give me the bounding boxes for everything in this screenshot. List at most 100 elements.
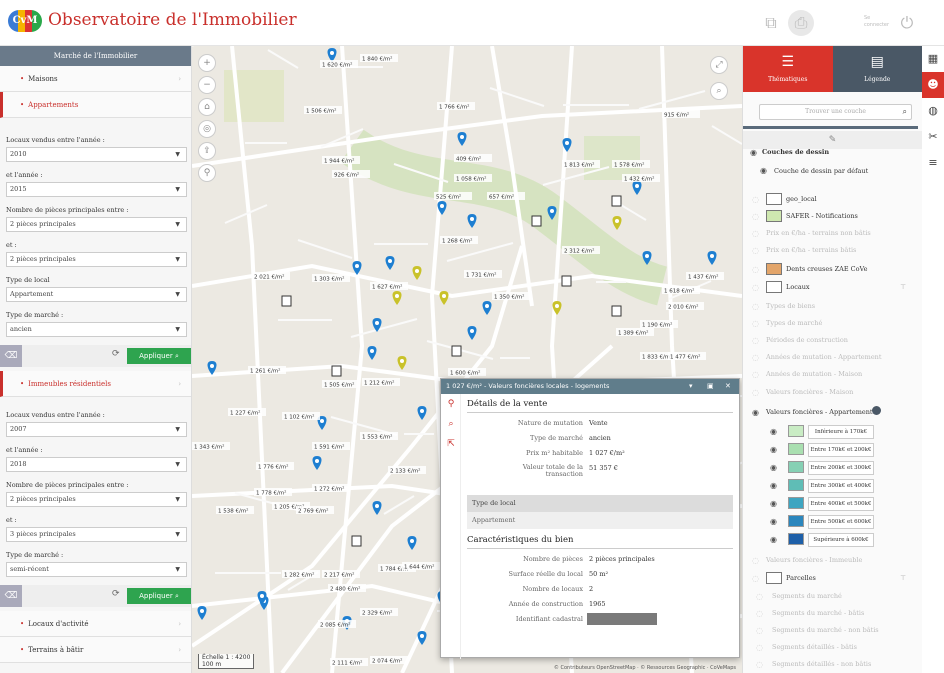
eye-icon[interactable]: ◉ [770,535,777,544]
layer-item[interactable]: Segments du marché [772,592,842,600]
layer-item[interactable]: Valeurs foncières - Maison [766,388,853,396]
eraser-icon[interactable]: ⌫ [0,585,22,607]
eye-icon[interactable]: ◉ [770,427,777,436]
year-to-select[interactable]: 2018 ▼ [6,457,187,472]
locate-icon[interactable]: ⚲ [441,394,461,414]
market-select[interactable]: semi-récent ▼ [6,562,187,577]
cluster-badge[interactable] [611,195,622,207]
pin-icon[interactable]: ⊤ [900,574,906,582]
external-link-icon[interactable]: ⇱ [441,434,461,454]
tab-thematiques[interactable]: ☰ Thématiques [743,46,833,92]
accordion-appartements[interactable]: • Appartements [0,92,191,118]
market-select[interactable]: ancien ▼ [6,322,187,337]
reset-icon[interactable]: ⟳ [112,589,120,599]
eye-icon[interactable]: ◌ [752,353,759,362]
layer-item[interactable]: Dents creuses ZAE CoVe [786,265,867,273]
cluster-badge[interactable] [561,275,572,287]
eye-icon[interactable]: ◉ [760,166,767,175]
layer-item[interactable]: Années de mutation - Appartement [766,353,881,361]
window-icon[interactable]: ▣ [707,379,714,394]
layer-item[interactable]: Segments du marché - bâtis [772,609,864,617]
eye-icon[interactable]: ◉ [770,481,777,490]
accordion-terrains[interactable]: • Terrains à bâtir › [0,637,191,663]
home-icon[interactable]: ⌂ [198,98,216,116]
tab-legende[interactable]: ▤ Légende [832,46,922,92]
zoom-icon[interactable]: ⌕ [441,414,461,434]
cluster-badge[interactable] [351,535,362,547]
cluster-badge[interactable] [281,295,292,307]
layer-group-title[interactable]: Couches de dessin [762,148,829,156]
cluster-badge[interactable] [331,365,342,377]
layer-item[interactable]: Valeurs foncières - Immeuble [766,556,862,564]
rooms-from-select[interactable]: 2 pièces principales ▼ [6,492,187,507]
layer-item[interactable]: Prix en €/ha - terrains bâtis [766,246,856,254]
eye-icon[interactable]: ◉ [770,445,777,454]
layer-item-active[interactable]: Valeurs foncières - Appartement [766,408,873,416]
eye-icon[interactable]: ◌ [752,229,759,238]
rooms-to-select[interactable]: 2 pièces principales ▼ [6,252,187,267]
layer-item[interactable]: Prix en €/ha - terrains non bâtis [766,229,871,237]
copy-icon[interactable]: ⧉ [758,10,784,36]
eye-icon[interactable]: ◌ [756,592,763,601]
user-icon[interactable]: ☻ [922,72,944,98]
eye-icon[interactable]: ◌ [752,336,759,345]
zoom-out-button[interactable]: − [198,76,216,94]
accordion-locaux-activite[interactable]: • Locaux d'activité › [0,611,191,637]
layer-item[interactable]: Années de mutation - Maison [766,370,862,378]
layer-item[interactable]: geo_local [786,195,817,203]
eye-icon[interactable]: ◌ [752,388,759,397]
close-icon[interactable]: ✕ [725,379,731,394]
print-icon[interactable]: ⎙ [788,10,814,36]
accordion-maisons[interactable]: • Maisons › [0,66,191,92]
eye-icon[interactable]: ◌ [756,626,763,635]
eye-icon[interactable]: ◌ [752,283,759,292]
reset-icon[interactable]: ⟳ [112,349,120,359]
eye-icon[interactable]: ◌ [752,195,759,204]
list-icon[interactable]: ≡ [922,150,944,176]
layer-item[interactable]: Locaux [786,283,810,291]
login-label[interactable]: Se connecter [864,15,889,29]
eye-icon[interactable]: ◉ [750,148,757,157]
eye-icon[interactable]: ◌ [752,574,759,583]
rooms-to-select[interactable]: 3 pièces principales ▼ [6,527,187,542]
apply-button[interactable]: Appliquer ⌕ [127,588,191,604]
eye-icon[interactable]: ◉ [752,408,759,417]
rooms-from-select[interactable]: 2 pièces principales ▼ [6,217,187,232]
cluster-badge[interactable] [451,345,462,357]
layer-item[interactable]: SAFER - Notifications [786,212,858,220]
cluster-badge[interactable] [531,215,542,227]
ruler-icon[interactable]: ✂ [922,124,944,150]
pin-icon[interactable]: ⊤ [900,283,906,291]
cluster-badge[interactable] [611,305,622,317]
layer-item[interactable]: Types de marché [766,319,822,327]
search-map-icon[interactable]: ⌕ [710,82,728,100]
eye-icon[interactable]: ◌ [756,660,763,669]
eye-icon[interactable]: ◌ [752,265,759,274]
eye-icon[interactable]: ◉ [770,463,777,472]
layer-item[interactable]: Parcelles [786,574,816,582]
layer-item[interactable]: Périodes de construction [766,336,848,344]
power-icon[interactable]: ⏻ [894,10,920,36]
eye-icon[interactable]: ◌ [752,556,759,565]
layer-item[interactable]: Segments du marché - non bâtis [772,626,879,634]
layer-item[interactable]: Couche de dessin par défaut [774,167,868,175]
eye-icon[interactable]: ◌ [756,609,763,618]
eye-icon[interactable]: ◉ [770,517,777,526]
year-to-select[interactable]: 2015 ▼ [6,182,187,197]
draw-tool-icon[interactable]: ✎ [743,131,922,149]
info-icon[interactable] [872,406,881,415]
target-icon[interactable]: ◎ [198,120,216,138]
caret-down-icon[interactable]: ▾ [689,379,693,394]
zoom-in-button[interactable]: + [198,54,216,72]
fullscreen-icon[interactable]: ⤢ [710,56,728,74]
type-select[interactable]: Appartement ▼ [6,287,187,302]
layer-search-input[interactable]: Trouver une couche ⌕ [759,104,912,120]
eye-icon[interactable]: ◉ [770,499,777,508]
globe-icon[interactable]: ◍ [922,98,944,124]
layer-item[interactable]: Segments détaillés - non bâtis [772,660,871,668]
eye-icon[interactable]: ◌ [752,302,759,311]
accordion-immeubles[interactable]: • Immeubles résidentiels › [0,371,191,397]
year-from-select[interactable]: 2010 ▼ [6,147,187,162]
eraser-icon[interactable]: ⌫ [0,345,22,367]
layer-item[interactable]: Segments détaillés - bâtis [772,643,857,651]
